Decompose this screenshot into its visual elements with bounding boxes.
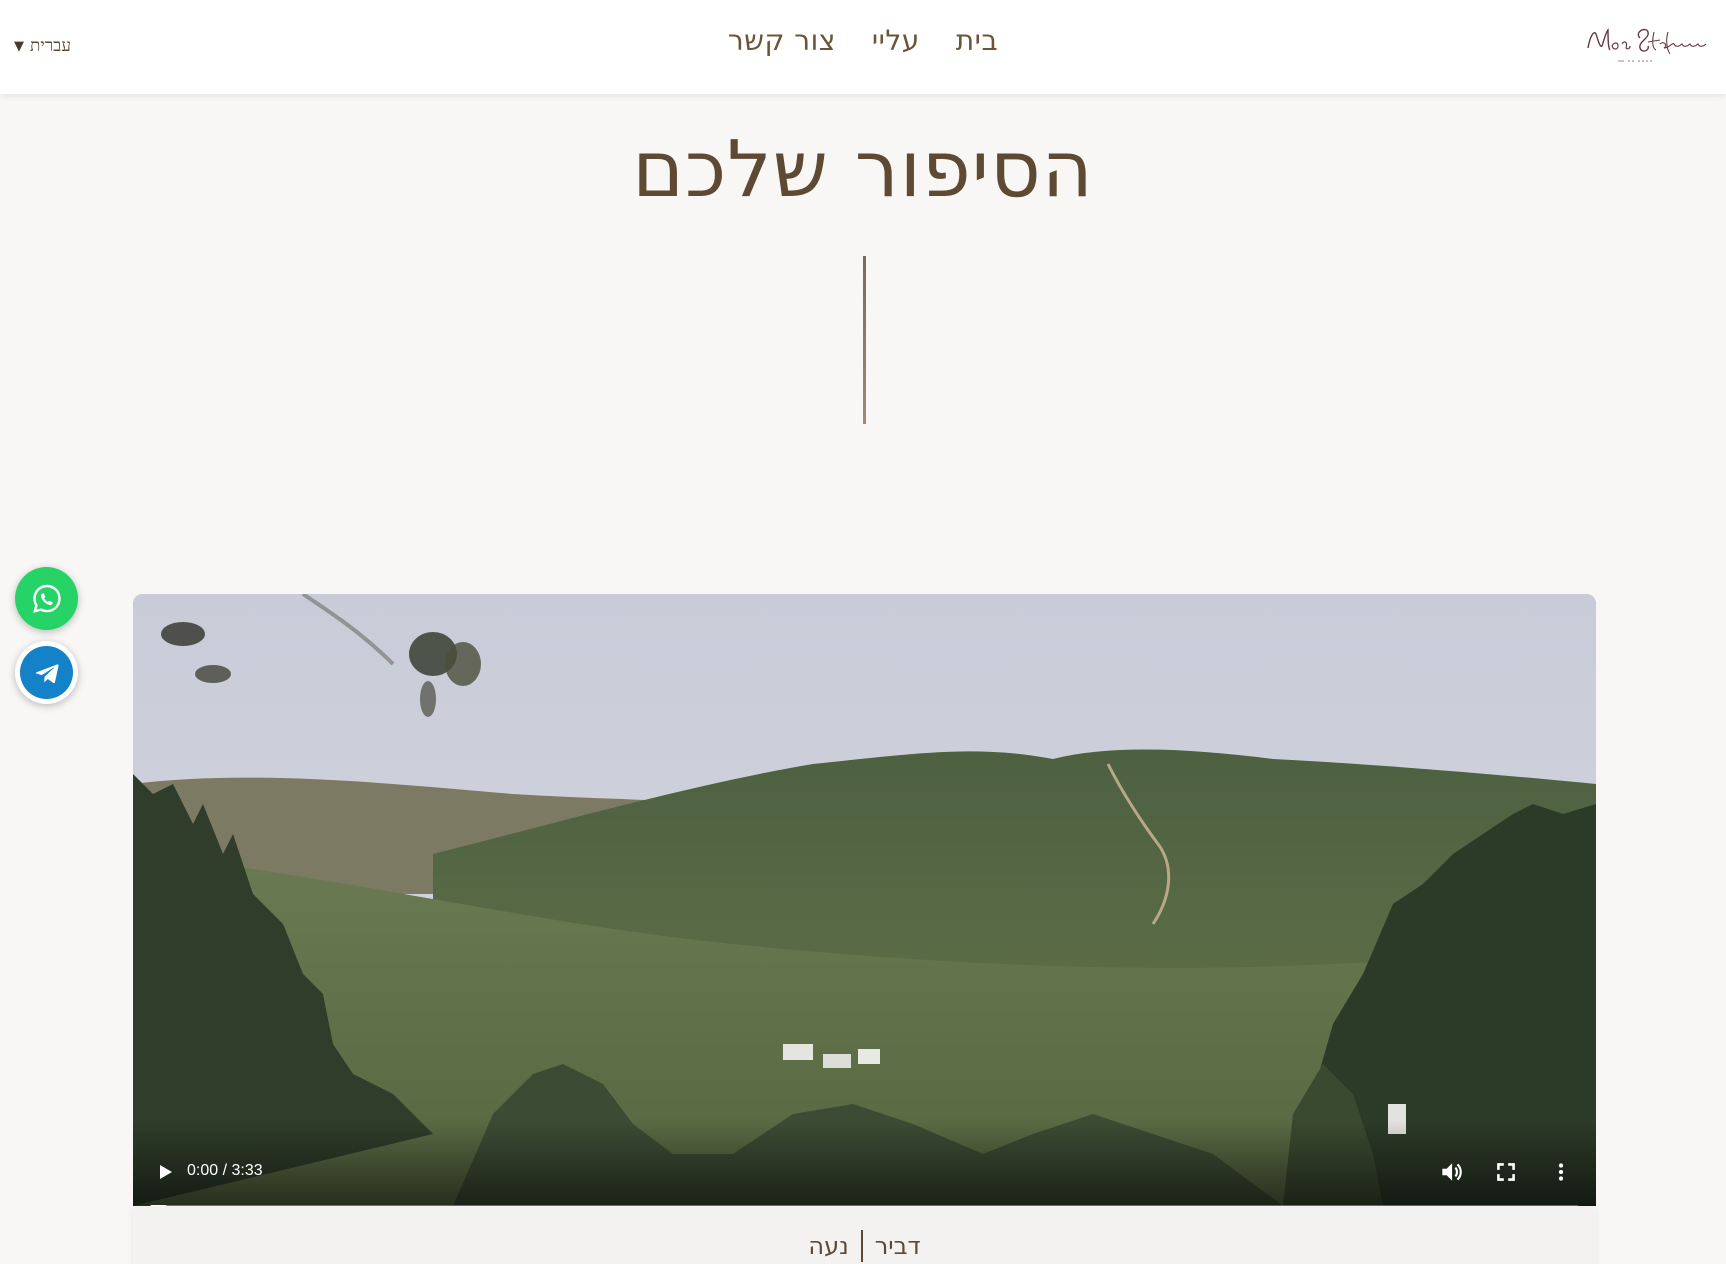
couple-name-2: נעה: [808, 1232, 849, 1260]
play-icon[interactable]: [153, 1160, 177, 1184]
couple-names: דביר נעה: [808, 1230, 921, 1262]
nav-about[interactable]: עליי: [872, 24, 920, 57]
volume-icon[interactable]: [1438, 1159, 1464, 1185]
site-header: ▼ עברית בית עליי צור קשר: [0, 0, 1726, 94]
whatsapp-button[interactable]: [15, 567, 78, 630]
telegram-button[interactable]: [15, 641, 78, 704]
nav-contact[interactable]: צור קשר: [728, 24, 836, 57]
video-caption: דביר נעה: [133, 1206, 1596, 1264]
nav-home[interactable]: בית: [956, 24, 998, 57]
name-separator: [860, 1230, 863, 1262]
video-player[interactable]: 0:00 / 3:33: [133, 594, 1596, 1206]
page-title: הסיפור שלכם: [632, 125, 1094, 215]
fullscreen-icon[interactable]: [1493, 1159, 1519, 1185]
decorative-divider: [863, 256, 866, 424]
telegram-icon: [35, 663, 59, 683]
video-time: 0:00 / 3:33: [187, 1162, 263, 1179]
main-nav: בית עליי צור קשר: [0, 24, 1726, 57]
more-options-icon[interactable]: [1548, 1159, 1574, 1185]
video-controls: 0:00 / 3:33: [133, 1120, 1596, 1206]
video-frame-landscape: [133, 594, 1596, 1206]
signature-logo-icon[interactable]: [1584, 18, 1710, 70]
couple-name-1: דביר: [874, 1232, 921, 1260]
whatsapp-icon: [32, 584, 61, 613]
